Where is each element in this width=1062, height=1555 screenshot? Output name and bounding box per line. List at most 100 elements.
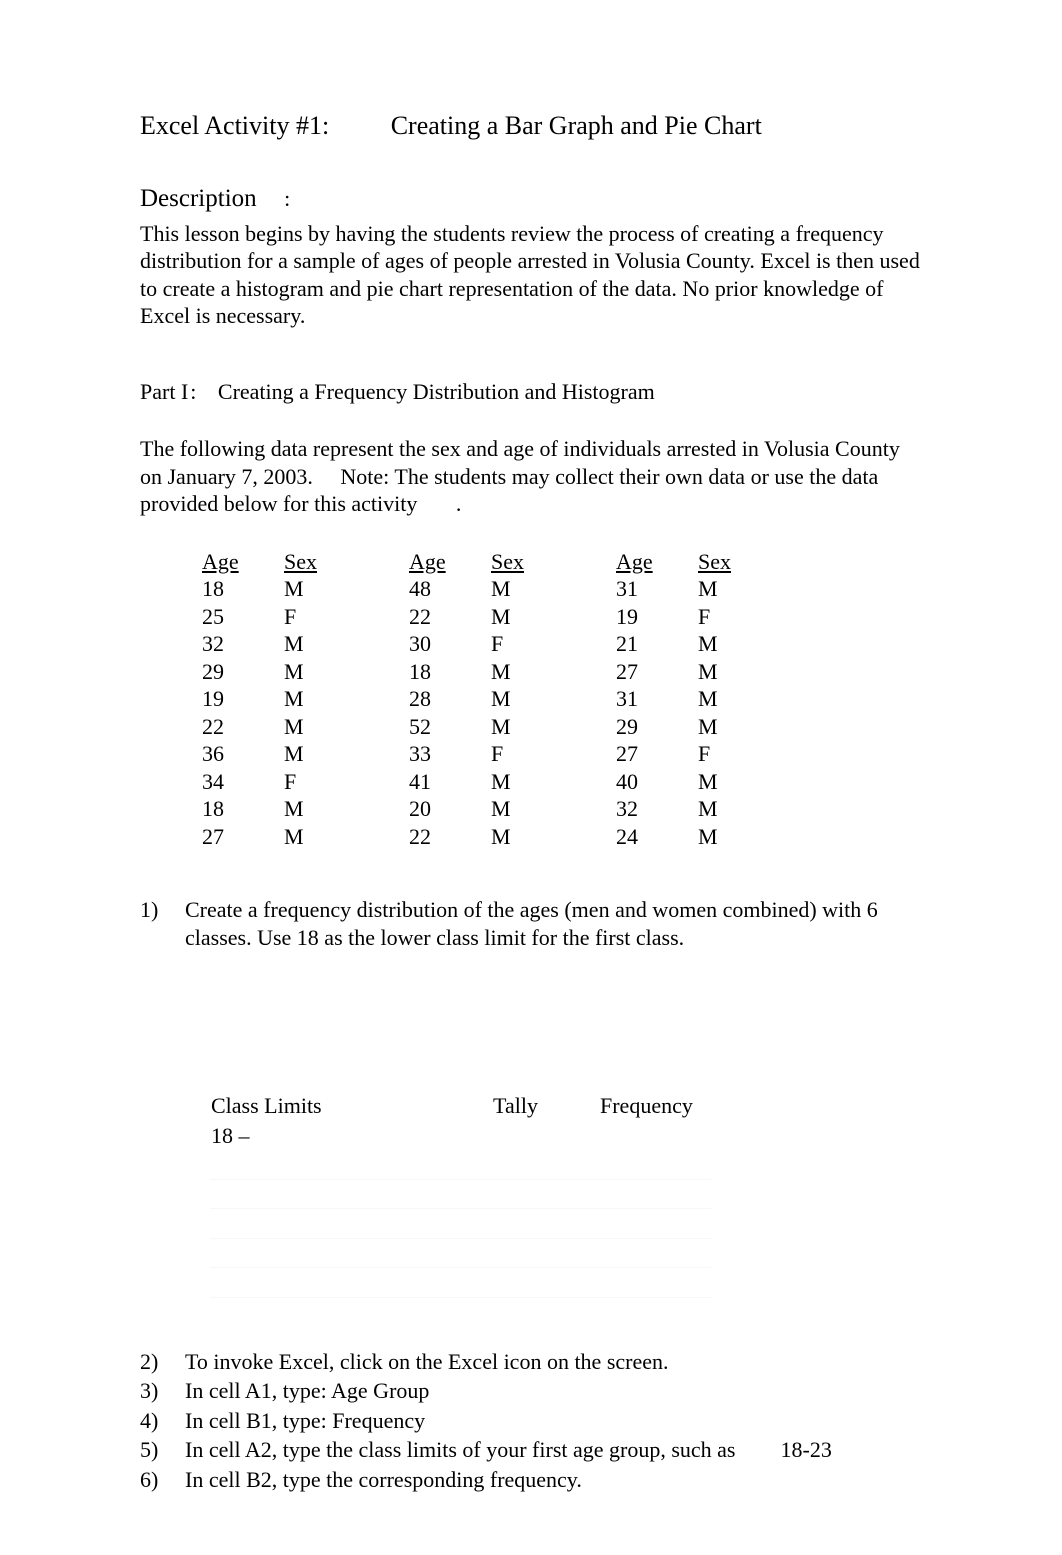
age-cell: 34	[202, 768, 284, 796]
q1-number: 1)	[140, 896, 185, 951]
step-text: In cell A2, type the class limits of you…	[185, 1436, 922, 1464]
tally-blank-cell	[210, 1180, 432, 1210]
data-row: 29M	[202, 658, 334, 686]
q1-text: Create a frequency distribution of the a…	[185, 896, 922, 951]
sex-cell: M	[698, 795, 748, 823]
document-page: Excel Activity #1: Creating a Bar Graph …	[0, 0, 1062, 1555]
sex-cell: M	[491, 795, 541, 823]
step-number: 3)	[140, 1377, 185, 1405]
data-row: 29M	[616, 713, 748, 741]
age-cell: 22	[409, 603, 491, 631]
tally-header-tally: Tally	[432, 1091, 599, 1121]
sex-cell: M	[284, 713, 334, 741]
sex-cell: M	[491, 575, 541, 603]
sex-header: Sex	[698, 548, 748, 576]
data-row: 19F	[616, 603, 748, 631]
sex-cell: M	[698, 685, 748, 713]
tally-blank-cell	[210, 1209, 432, 1239]
sex-cell: M	[491, 603, 541, 631]
tally-blank-cell	[210, 1150, 432, 1180]
age-cell: 27	[616, 658, 698, 686]
data-row: 30F	[409, 630, 541, 658]
intro-paragraph: The following data represent the sex and…	[140, 435, 922, 518]
sex-cell: M	[698, 713, 748, 741]
sex-cell: M	[284, 685, 334, 713]
tally-blank-cell	[599, 1209, 711, 1239]
age-header: Age	[409, 548, 491, 576]
data-header-row: AgeSex	[616, 548, 748, 576]
description-body: This lesson begins by having the student…	[140, 220, 922, 330]
age-cell: 28	[409, 685, 491, 713]
age-header: Age	[202, 548, 284, 576]
data-row: 27M	[202, 823, 334, 851]
sex-cell: F	[698, 740, 748, 768]
tally-blank-cell	[432, 1180, 599, 1210]
question-1: 1) Create a frequency distribution of th…	[140, 896, 922, 951]
data-row: 36M	[202, 740, 334, 768]
description-heading-line: Description :	[140, 183, 922, 214]
tally-row-first: 18 –	[210, 1121, 711, 1151]
sex-cell: M	[491, 713, 541, 741]
age-cell: 22	[409, 823, 491, 851]
step-number: 5)	[140, 1436, 185, 1464]
sex-cell: M	[491, 658, 541, 686]
age-cell: 52	[409, 713, 491, 741]
sex-cell: M	[491, 768, 541, 796]
step-text: In cell B1, type: Frequency	[185, 1407, 922, 1435]
age-cell: 21	[616, 630, 698, 658]
intro-period: .	[456, 491, 462, 516]
description-colon: :	[284, 185, 290, 213]
data-header-row: AgeSex	[409, 548, 541, 576]
sex-cell: M	[284, 795, 334, 823]
age-cell: 29	[616, 713, 698, 741]
step-item: 2)To invoke Excel, click on the Excel ic…	[140, 1348, 922, 1376]
steps-list: 2)To invoke Excel, click on the Excel ic…	[140, 1348, 922, 1494]
data-row: 25F	[202, 603, 334, 631]
part1-label: Part I	[140, 378, 188, 406]
title-label: Excel Activity #1:	[140, 110, 329, 143]
tally-header-freq: Frequency	[599, 1091, 711, 1121]
sex-cell: F	[284, 603, 334, 631]
age-cell: 33	[409, 740, 491, 768]
data-row: 22M	[202, 713, 334, 741]
step-trail: 18-23	[781, 1436, 832, 1464]
age-cell: 36	[202, 740, 284, 768]
age-cell: 18	[202, 575, 284, 603]
sex-cell: M	[284, 630, 334, 658]
tally-blank-row	[210, 1180, 711, 1210]
tally-blank-row	[210, 1150, 711, 1180]
tally-blank-cell	[599, 1268, 711, 1298]
sex-cell: F	[491, 740, 541, 768]
age-cell: 18	[202, 795, 284, 823]
step-item: 6)In cell B2, type the corresponding fre…	[140, 1466, 922, 1494]
age-cell: 31	[616, 575, 698, 603]
tally-blank-cell	[432, 1209, 599, 1239]
step-number: 2)	[140, 1348, 185, 1376]
data-row: 21M	[616, 630, 748, 658]
data-row: 32M	[202, 630, 334, 658]
age-cell: 24	[616, 823, 698, 851]
step-text: In cell B2, type the corresponding frequ…	[185, 1466, 922, 1494]
data-row: 22M	[409, 823, 541, 851]
step-text: In cell A1, type: Age Group	[185, 1377, 922, 1405]
data-row: 34F	[202, 768, 334, 796]
age-cell: 41	[409, 768, 491, 796]
data-row: 31M	[616, 685, 748, 713]
data-row: 52M	[409, 713, 541, 741]
age-cell: 25	[202, 603, 284, 631]
step-text: To invoke Excel, click on the Excel icon…	[185, 1348, 922, 1376]
tally-first-freq	[599, 1121, 711, 1151]
sex-cell: M	[491, 685, 541, 713]
tally-blank-row	[210, 1209, 711, 1239]
tally-blank-cell	[432, 1239, 599, 1269]
tally-first-class: 18 –	[210, 1121, 432, 1151]
step-number: 4)	[140, 1407, 185, 1435]
sex-cell: F	[491, 630, 541, 658]
data-row: 20M	[409, 795, 541, 823]
data-row: 18M	[202, 575, 334, 603]
age-cell: 27	[202, 823, 284, 851]
data-row: 33F	[409, 740, 541, 768]
age-cell: 22	[202, 713, 284, 741]
tally-blank-cell	[432, 1150, 599, 1180]
title-text: Creating a Bar Graph and Pie Chart	[391, 110, 762, 143]
